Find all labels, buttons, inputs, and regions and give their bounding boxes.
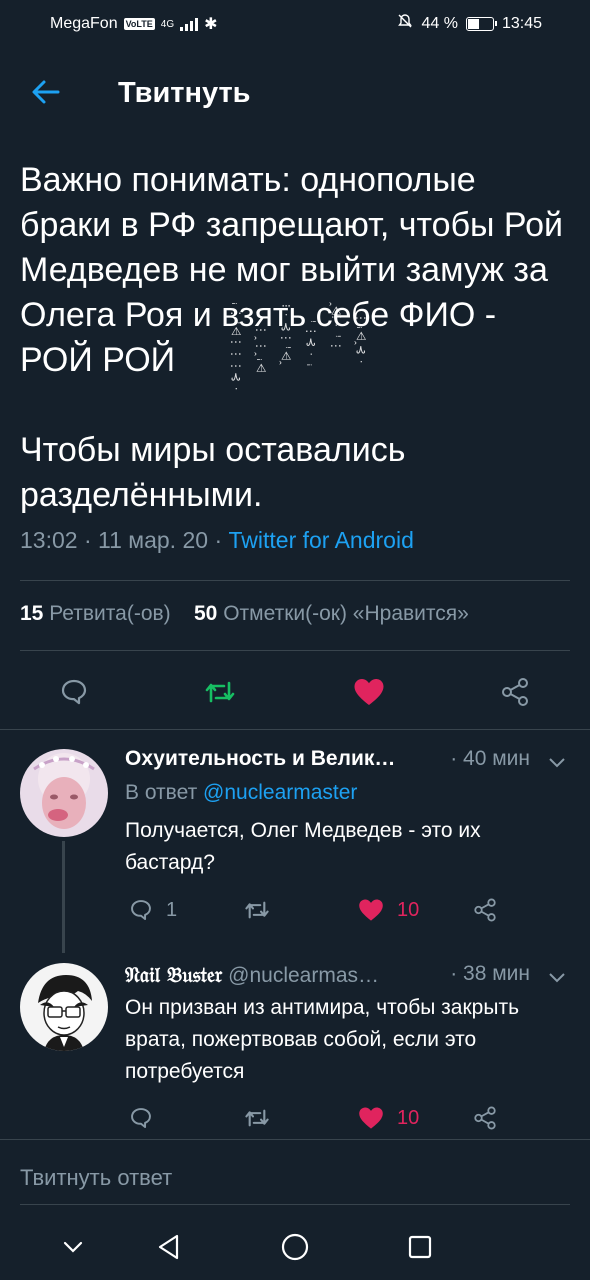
reply-text: Он призван из антимира, чтобы закрыть вр… bbox=[125, 996, 520, 1083]
retweet-icon bbox=[245, 901, 269, 919]
zalgo-column: ꜝ⋮⊰ᐧꜟ bbox=[304, 318, 318, 369]
divider bbox=[20, 580, 570, 581]
hide-keyboard-button[interactable] bbox=[56, 1230, 90, 1264]
heart-icon bbox=[354, 679, 384, 705]
retweet-button[interactable] bbox=[200, 672, 240, 712]
reply-to-line: В ответ @nuclearmaster bbox=[125, 781, 357, 805]
back-button[interactable] bbox=[28, 74, 64, 110]
app-header: Твитнуть bbox=[0, 46, 590, 142]
divider bbox=[20, 650, 570, 651]
zalgo-column: ꞈ⩤⋮ᐧꜝ⋮ bbox=[329, 302, 343, 352]
share-icon bbox=[474, 1106, 496, 1130]
battery-icon bbox=[465, 16, 497, 31]
arrow-left-icon bbox=[32, 80, 60, 104]
bluetooth-icon: ✱ bbox=[204, 16, 218, 33]
square-recents-icon bbox=[408, 1235, 432, 1259]
likes-stat[interactable]: 50 Отметки(-ок) «Нравится» bbox=[194, 602, 469, 625]
reply-icon bbox=[131, 900, 151, 920]
heart-icon bbox=[359, 1107, 383, 1129]
like-button[interactable]: 10 bbox=[357, 1100, 419, 1136]
page-title: Твитнуть bbox=[118, 77, 251, 109]
reply-tweet[interactable]: 𝔑𝔞𝔦𝔩 𝔅𝔲𝔰𝔱𝔢𝔯 @nuclearmas… · 38 мин Он при… bbox=[0, 944, 590, 1139]
triangle-back-icon bbox=[158, 1234, 179, 1260]
reply-button[interactable] bbox=[54, 672, 94, 712]
reply-time: · 38 мин bbox=[450, 962, 530, 985]
retweet-icon bbox=[205, 681, 235, 703]
share-button[interactable] bbox=[495, 672, 535, 712]
share-icon bbox=[474, 898, 496, 922]
reply-count: 1 bbox=[166, 898, 178, 921]
share-button[interactable] bbox=[472, 1100, 498, 1136]
signal-icon bbox=[180, 17, 199, 31]
reply-icon bbox=[61, 679, 87, 705]
circle-home-icon bbox=[281, 1233, 309, 1261]
reply-button[interactable]: 1 bbox=[128, 892, 177, 928]
reply-actions: 1 10 bbox=[0, 892, 590, 928]
reply-to-handle[interactable]: @nuclearmaster bbox=[203, 781, 357, 804]
zalgo-column: ⋮ꜟ⩤ꞈ⊰ᐧ bbox=[354, 312, 368, 369]
reply-to-prefix: В ответ bbox=[125, 781, 198, 804]
status-bar: MegaFon VoLTE 4G ✱ 44 % 13:45 bbox=[0, 0, 590, 46]
share-icon bbox=[502, 678, 528, 706]
tweet-meta: 13:02 · 11 мар. 20 · Twitter for Android bbox=[20, 527, 414, 553]
reply-input[interactable]: Твитнуть ответ bbox=[20, 1165, 172, 1191]
network-type: 4G bbox=[160, 18, 175, 30]
tweet-stats: 15 Ретвита(-ов) 50 Отметки(-ок) «Нравитс… bbox=[20, 602, 469, 626]
reply-author-name[interactable]: 𝔑𝔞𝔦𝔩 𝔅𝔲𝔰𝔱𝔢𝔯 bbox=[125, 962, 222, 987]
tweet-actions bbox=[0, 664, 590, 720]
like-button[interactable] bbox=[349, 672, 389, 712]
chevron-down-icon bbox=[549, 973, 565, 983]
like-count: 10 bbox=[397, 1106, 420, 1129]
zalgo-column: ⁝ᐧ⊰⋮ꜝ⩤ꞈ bbox=[279, 304, 293, 365]
like-count: 10 bbox=[397, 898, 420, 921]
retweet-button[interactable] bbox=[243, 1100, 271, 1136]
nav-recents-button[interactable] bbox=[403, 1230, 437, 1264]
chevron-down-icon bbox=[549, 758, 565, 768]
chevron-down-icon bbox=[63, 1241, 83, 1253]
reply-button[interactable] bbox=[128, 1100, 154, 1136]
reply-author-handle[interactable]: @nuclearmas… bbox=[228, 964, 379, 987]
heart-icon bbox=[359, 899, 383, 921]
system-nav-bar bbox=[0, 1212, 590, 1280]
reply-icon bbox=[131, 1108, 151, 1128]
tweet-date: 11 мар. 20 bbox=[98, 527, 209, 553]
tweet-time: 13:02 bbox=[20, 527, 78, 553]
bell-muted-icon bbox=[397, 13, 413, 34]
divider bbox=[0, 1139, 590, 1140]
likes-count: 50 bbox=[194, 602, 218, 625]
reply-text: Получается, Олег Медведев - это их баста… bbox=[125, 819, 481, 874]
avatar[interactable] bbox=[20, 963, 108, 1051]
reply-actions: 10 bbox=[0, 1100, 590, 1136]
share-button[interactable] bbox=[472, 892, 498, 928]
reply-input-underline bbox=[20, 1204, 570, 1205]
volte-badge: VoLTE bbox=[123, 18, 155, 30]
battery-percent: 44 % bbox=[421, 14, 458, 32]
reply-author-name[interactable]: Охуительность и Велик… bbox=[125, 747, 395, 770]
nav-back-button[interactable] bbox=[152, 1230, 186, 1264]
zalgo-column: ꜟ⋮ꜝ⩤⋮⋮⋮⊰ᐧ bbox=[229, 300, 243, 397]
clock: 13:45 bbox=[501, 14, 542, 32]
more-options-button[interactable] bbox=[546, 966, 568, 988]
retweet-button[interactable] bbox=[243, 892, 271, 928]
like-button[interactable]: 10 bbox=[357, 892, 419, 928]
reply-tweet[interactable]: Охуительность и Велик… · 40 мин В ответ … bbox=[0, 729, 590, 953]
likes-label: Отметки(-ок) «Нравится» bbox=[223, 602, 469, 625]
nav-home-button[interactable] bbox=[278, 1230, 312, 1264]
more-options-button[interactable] bbox=[546, 751, 568, 773]
carrier-name: MegaFon bbox=[50, 15, 118, 32]
zalgo-column: ᐧ⋮ꞈ⋮ꞈꜟ⩤ bbox=[254, 310, 268, 373]
retweets-stat[interactable]: 15 Ретвита(-ов) bbox=[20, 602, 171, 625]
zalgo-glyphs: ꜟ⋮ꜝ⩤⋮⋮⋮⊰ᐧ ᐧ⋮ꞈ⋮ꞈꜟ⩤ ⁝ᐧ⊰⋮ꜝ⩤ꞈ ꜝ⋮⊰ᐧꜟ ꞈ⩤⋮ᐧꜝ⋮ ⋮… bbox=[210, 300, 380, 450]
retweets-label: Ретвита(-ов) bbox=[49, 602, 171, 625]
tweet-source-link[interactable]: Twitter for Android bbox=[229, 527, 414, 553]
avatar[interactable] bbox=[20, 749, 108, 837]
retweet-icon bbox=[245, 1109, 269, 1127]
reply-time: · 40 мин bbox=[450, 747, 530, 770]
retweets-count: 15 bbox=[20, 602, 44, 625]
